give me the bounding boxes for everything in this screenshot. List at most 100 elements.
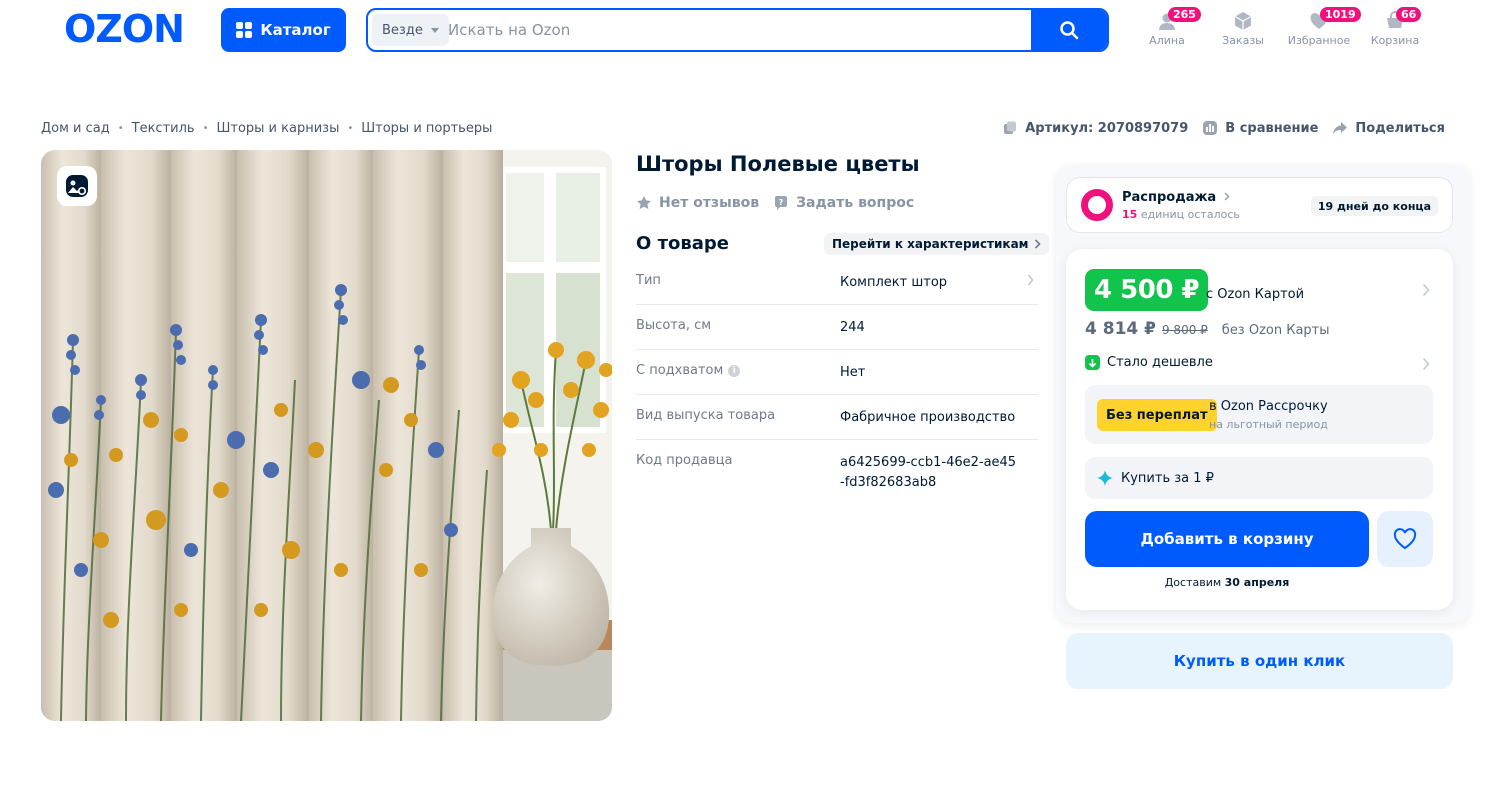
catalog-label: Каталог	[260, 21, 331, 39]
breadcrumb-item[interactable]: Дом и сад	[41, 121, 110, 136]
ask-question-link[interactable]: ? Задать вопрос	[773, 195, 914, 211]
header-favorites[interactable]: 1019 Избранное	[1279, 7, 1361, 54]
specs-table: Тип Комплект штор Высота, см 244 С подхв…	[636, 260, 1038, 493]
search-input[interactable]	[448, 10, 1028, 50]
copy-icon	[1004, 121, 1017, 134]
reviews-link[interactable]: Нет отзывов	[636, 195, 759, 211]
breadcrumb-item[interactable]: Шторы и портьеры	[361, 121, 492, 136]
search-button[interactable]	[1031, 10, 1107, 50]
installment-subtitle: на льготный период	[1209, 418, 1328, 431]
rating-row: Нет отзывов ? Задать вопрос	[636, 195, 914, 211]
profile-badge: 265	[1168, 7, 1201, 22]
cart-badge: 66	[1396, 7, 1422, 22]
arrow-down-icon	[1085, 355, 1100, 370]
spec-key: Код продавца	[636, 453, 733, 468]
header-profile[interactable]: 265 Алина	[1127, 7, 1207, 54]
buy-for-1-label: Купить за 1 ₽	[1121, 470, 1214, 486]
header-orders[interactable]: Заказы	[1203, 10, 1283, 54]
spec-key: Вид выпуска товара	[636, 408, 776, 423]
sale-units-count: 15	[1122, 208, 1138, 221]
box-icon	[1234, 12, 1252, 30]
breadcrumb-item[interactable]: Шторы и карнизы	[216, 121, 339, 136]
share-icon	[1333, 122, 1348, 135]
breadcrumb-separator: •	[202, 123, 209, 134]
buy-one-click-button[interactable]: Купить в один клик	[1066, 633, 1453, 689]
zoom-button[interactable]	[57, 166, 97, 206]
price-card: 4 500 ₽ с Ozon Картой 4 814 ₽ 9 800 ₽ бе…	[1066, 249, 1453, 610]
star-icon	[637, 196, 651, 210]
delivery-date: Доставим 30 апреля	[1085, 576, 1369, 589]
compare-icon	[1203, 121, 1218, 135]
article-number: Артикул: 2070897079	[1025, 120, 1189, 136]
article-copy[interactable]: Артикул: 2070897079	[1002, 120, 1188, 136]
spec-row: Высота, см 244	[636, 305, 1038, 350]
search-bar: Везде	[366, 8, 1109, 52]
chevron-right-icon[interactable]	[1422, 357, 1430, 371]
sale-banner[interactable]: Распродажа 15 единиц осталось 19 дней до…	[1066, 177, 1453, 233]
installment-title: в Ozon Рассрочку	[1209, 399, 1328, 414]
grid-icon	[236, 22, 253, 38]
favorites-label: Избранное	[1287, 34, 1351, 47]
chevron-down-icon	[430, 27, 439, 33]
sale-units-left: 15 единиц осталось	[1122, 208, 1240, 221]
goto-characteristics-label: Перейти к характеристикам	[832, 237, 1029, 251]
price-noncard-value: 4 814 ₽	[1085, 319, 1156, 339]
sale-title: Распродажа	[1122, 190, 1230, 205]
spec-key: Высота, см	[636, 318, 712, 333]
chevron-right-icon	[1035, 239, 1042, 249]
price-dropped-label: Стало дешевле	[1107, 355, 1213, 370]
product-image[interactable]	[41, 150, 612, 721]
price-dropped-row[interactable]: Стало дешевле	[1085, 355, 1213, 370]
sale-ring-icon	[1081, 189, 1113, 221]
spec-value: Комплект штор	[840, 275, 948, 290]
cart-label: Корзина	[1370, 34, 1420, 47]
add-to-cart-button[interactable]: Добавить в корзину	[1085, 511, 1369, 567]
buy-for-1-ruble[interactable]: Купить за 1 ₽	[1085, 457, 1433, 499]
spec-key-label: С подхватом	[636, 363, 724, 378]
ask-question-label: Задать вопрос	[796, 195, 915, 211]
sparkle-icon	[1097, 470, 1113, 486]
installment-offer[interactable]: Без переплат в Ozon Рассрочку на льготны…	[1085, 385, 1433, 444]
chevron-right-icon[interactable]	[1422, 283, 1430, 297]
product-title: Шторы Полевые цветы	[636, 152, 920, 176]
goto-characteristics-button[interactable]: Перейти к характеристикам	[824, 233, 1050, 255]
svg-text:?: ?	[779, 198, 784, 207]
spec-value: Нет	[840, 365, 866, 380]
header-cart[interactable]: 66 Корзина	[1355, 7, 1435, 54]
chevron-right-icon	[1224, 192, 1230, 201]
compare-label: В сравнение	[1225, 120, 1319, 136]
price-with-card-label: с Ozon Картой	[1206, 287, 1305, 302]
breadcrumb-separator: •	[117, 123, 124, 134]
spec-value: Фабричное производство	[840, 410, 1016, 425]
breadcrumb-item[interactable]: Текстиль	[132, 121, 195, 136]
profile-label: Алина	[1149, 34, 1185, 47]
favorite-button[interactable]	[1377, 511, 1433, 567]
catalog-button[interactable]: Каталог	[221, 8, 346, 52]
spec-key: С подхватом i	[636, 363, 840, 394]
search-scope-label: Везде	[382, 22, 423, 38]
chevron-right-icon	[1027, 274, 1034, 286]
share-button[interactable]: Поделиться	[1332, 120, 1445, 136]
share-label: Поделиться	[1355, 120, 1445, 136]
spec-row: Код продавца a6425699-ccb1-46e2-ae45-fd3…	[636, 440, 1038, 493]
ozon-logo[interactable]: OZON	[64, 10, 185, 48]
breadcrumb: Дом и сад • Текстиль • Шторы и карнизы •…	[41, 121, 492, 136]
search-scope-select[interactable]: Везде	[372, 14, 449, 46]
compare-button[interactable]: В сравнение	[1202, 120, 1318, 136]
info-icon[interactable]: i	[728, 365, 741, 377]
sale-units-suffix: единиц осталось	[1140, 208, 1240, 221]
search-icon	[1060, 21, 1079, 40]
no-overpay-tag: Без переплат	[1097, 399, 1217, 431]
about-product-heading: О товаре	[636, 233, 729, 254]
delivery-date-value: 30 апреля	[1224, 576, 1290, 589]
sale-days-left: 19 дней до конца	[1310, 196, 1438, 216]
spec-row[interactable]: Тип Комплект штор	[636, 260, 1038, 305]
reviews-label: Нет отзывов	[659, 195, 760, 211]
price-with-card[interactable]: 4 500 ₽	[1085, 269, 1209, 311]
sale-title-text: Распродажа	[1122, 190, 1217, 205]
spec-row: С подхватом i Нет	[636, 350, 1038, 395]
delivery-prefix: Доставим	[1164, 576, 1222, 589]
price-noncard-label: без Ozon Карты	[1221, 323, 1330, 338]
orders-label: Заказы	[1222, 34, 1264, 47]
spec-value: a6425699-ccb1-46e2-ae45-fd3f82683ab8	[840, 455, 1017, 490]
